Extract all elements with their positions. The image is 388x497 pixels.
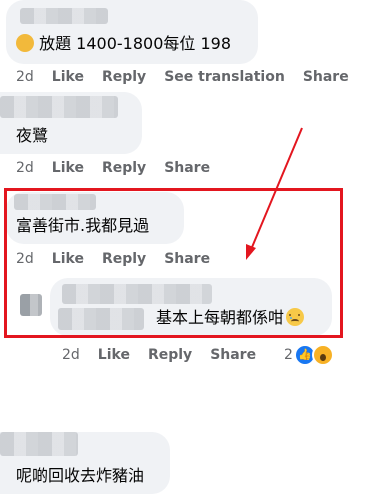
- timestamp[interactable]: 2d: [16, 69, 34, 85]
- emoji-icon: [16, 34, 34, 52]
- reaction-count: 2: [284, 347, 293, 363]
- like-button[interactable]: Like: [52, 69, 84, 85]
- comment-actions: 2d Like Reply See translation Share: [16, 69, 367, 85]
- comment-text: 夜鷺: [16, 126, 49, 145]
- share-button[interactable]: Share: [210, 347, 256, 363]
- redacted-author-name: [20, 8, 108, 24]
- share-button[interactable]: Share: [164, 160, 210, 176]
- reaction-summary[interactable]: 2 👍: [284, 344, 344, 368]
- share-button[interactable]: Share: [303, 69, 349, 85]
- comment-bubble: 夜鷺: [0, 92, 142, 154]
- wow-reaction-icon: [312, 344, 334, 366]
- reply-button[interactable]: Reply: [102, 69, 146, 85]
- reply-actions: 2d Like Reply Share: [62, 347, 274, 363]
- comment-actions: 2d Like Reply Share: [16, 160, 228, 176]
- redacted-author-name: [0, 432, 78, 456]
- reply-button[interactable]: Reply: [148, 347, 192, 363]
- timestamp[interactable]: 2d: [62, 347, 80, 363]
- timestamp[interactable]: 2d: [16, 160, 34, 176]
- comment-text: 放題 1400-1800每位 198: [16, 34, 231, 54]
- reply-button[interactable]: Reply: [102, 160, 146, 176]
- like-button[interactable]: Like: [98, 347, 130, 363]
- comment-bubble: 呢啲回收去炸豬油: [0, 432, 170, 494]
- redacted-author-name: [0, 96, 118, 118]
- see-translation-link[interactable]: See translation: [164, 69, 285, 85]
- comment-text: 呢啲回收去炸豬油: [16, 466, 145, 485]
- annotation-arrow: [246, 127, 303, 260]
- comment-bubble: 放題 1400-1800每位 198: [6, 0, 258, 64]
- like-button[interactable]: Like: [52, 160, 84, 176]
